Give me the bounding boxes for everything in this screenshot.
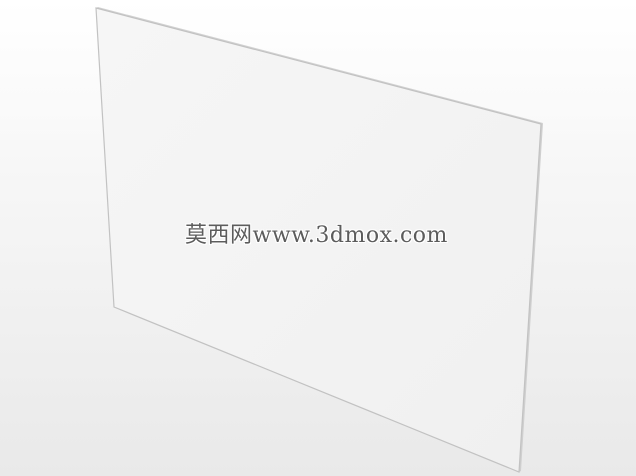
watermark-text: 莫西网www.3dmox.com (185, 223, 448, 248)
